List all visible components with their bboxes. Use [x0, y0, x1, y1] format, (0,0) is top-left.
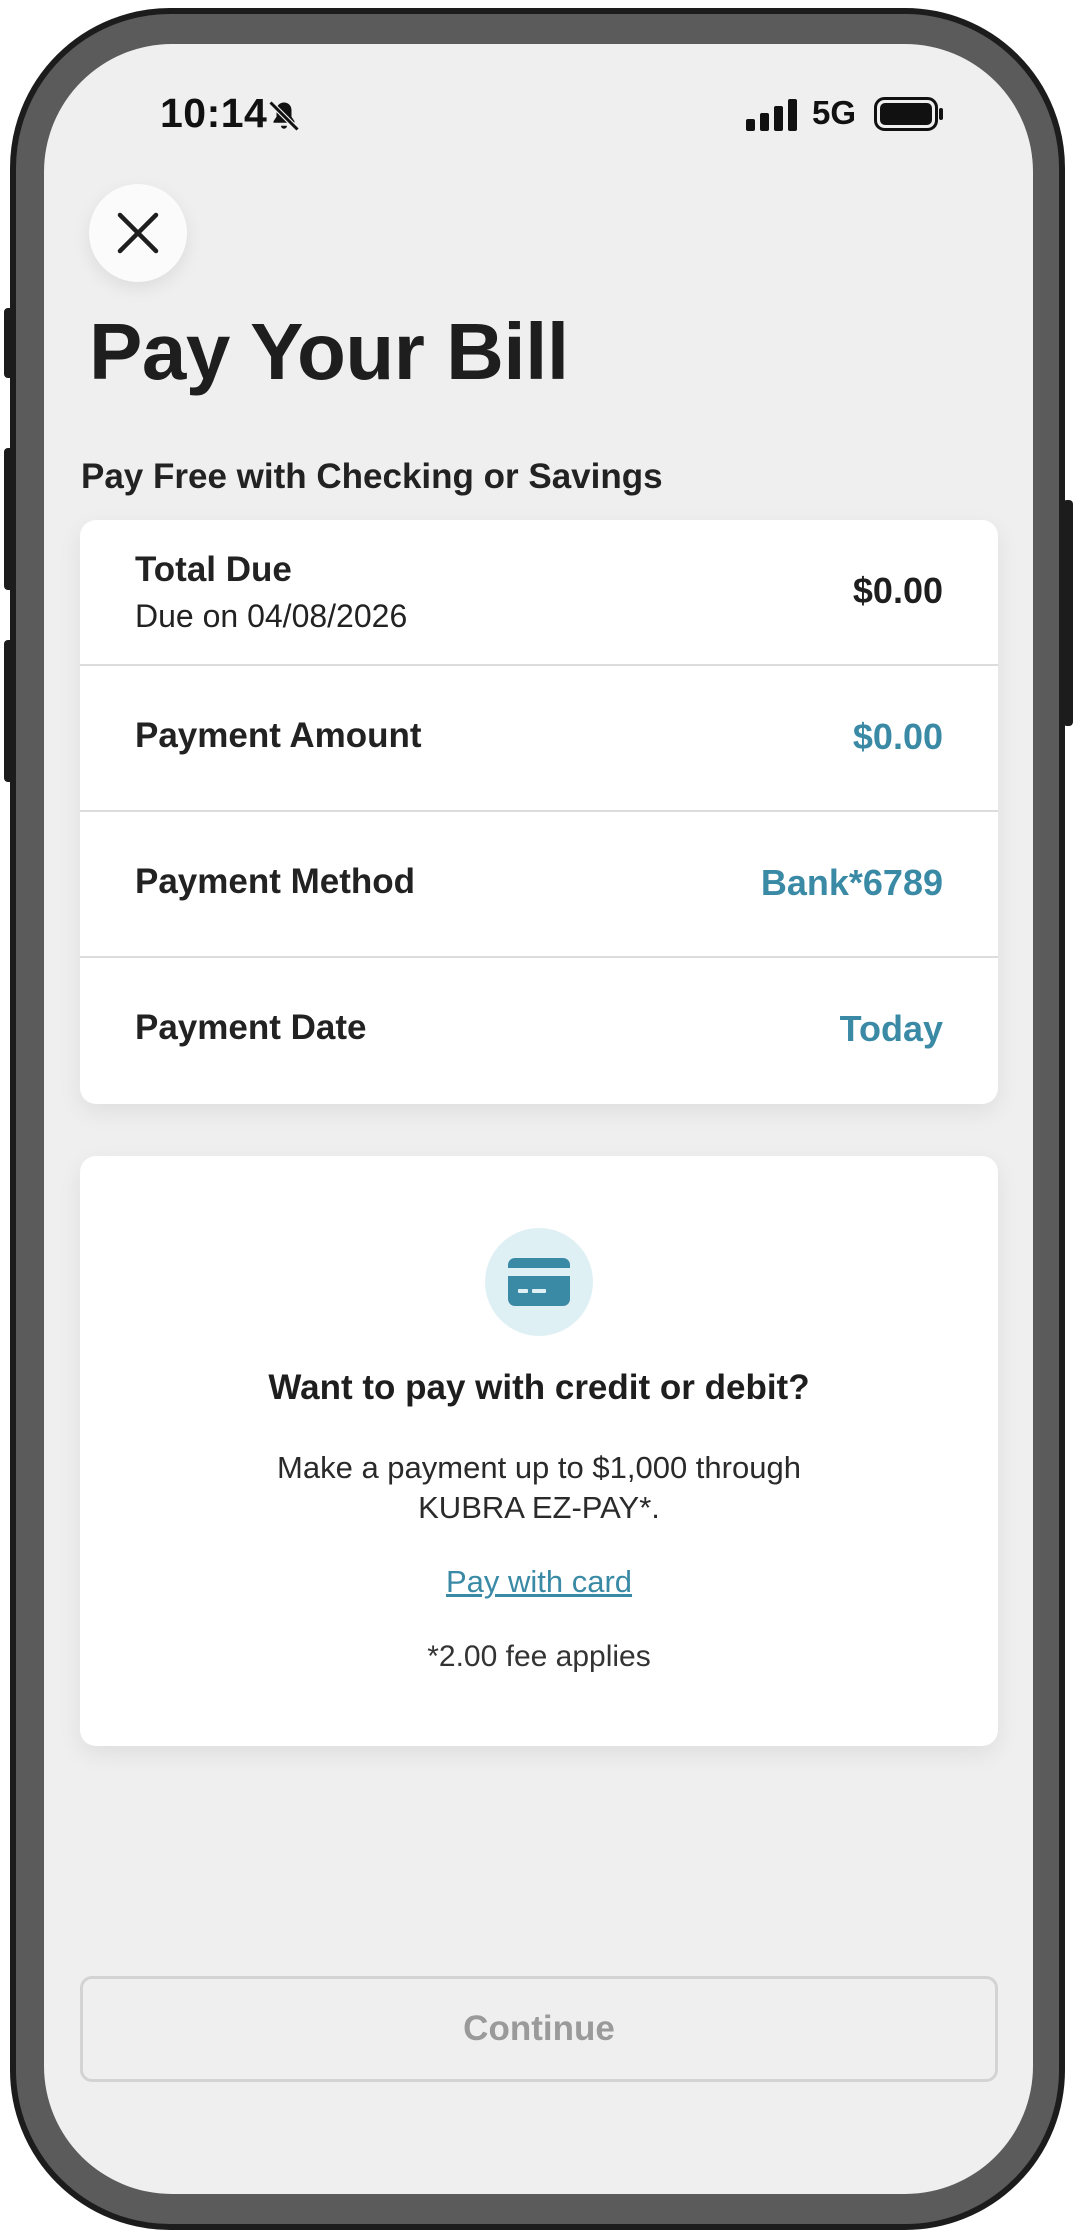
continue-button[interactable]: Continue: [80, 1976, 998, 2082]
payment-date-label: Payment Date: [135, 1008, 367, 1047]
credit-card-icon: [508, 1258, 570, 1306]
bell-slash-icon: [268, 100, 300, 132]
payment-method-value[interactable]: Bank*6789: [761, 862, 943, 904]
payment-method-row[interactable]: Payment Method Bank*6789: [80, 812, 998, 958]
device-power-button: [1063, 500, 1073, 726]
network-type: 5G: [812, 94, 857, 131]
status-time: 10:14: [160, 90, 268, 136]
device-volume-down-button: [4, 640, 14, 782]
payment-amount-value[interactable]: $0.00: [853, 716, 943, 758]
close-icon: [117, 212, 159, 254]
device-action-button: [4, 308, 14, 378]
section-label: Pay Free with Checking or Savings: [81, 457, 663, 496]
pay-with-card-link[interactable]: Pay with card: [80, 1564, 998, 1600]
due-date-text: Due on 04/08/2026: [135, 598, 408, 634]
promo-title: Want to pay with credit or debit?: [268, 1368, 810, 1407]
phone-screen: 10:14 5G Pay Your Bill Pay Free with Che…: [44, 44, 1033, 2194]
payment-date-value[interactable]: Today: [840, 1008, 943, 1050]
signal-icon: [746, 99, 797, 131]
card-payment-promo: Want to pay with credit or debit? Make a…: [80, 1156, 998, 1746]
page-title: Pay Your Bill: [89, 307, 569, 396]
battery-icon: [874, 97, 943, 131]
close-button[interactable]: [89, 184, 187, 282]
promo-description: Make a payment up to $1,000 through KUBR…: [277, 1450, 801, 1525]
device-volume-up-button: [4, 448, 14, 590]
total-due-row: Total Due Due on 04/08/2026 $0.00: [80, 520, 998, 666]
payment-summary-card: Total Due Due on 04/08/2026 $0.00 Paymen…: [80, 520, 998, 1104]
payment-date-row[interactable]: Payment Date Today: [80, 958, 998, 1104]
total-due-label: Total Due: [135, 550, 292, 589]
fee-note: *2.00 fee applies: [427, 1640, 651, 1673]
total-due-value: $0.00: [852, 570, 943, 611]
credit-card-icon-circle: [485, 1228, 593, 1336]
payment-amount-label: Payment Amount: [135, 716, 422, 755]
payment-method-label: Payment Method: [135, 862, 416, 901]
payment-amount-row[interactable]: Payment Amount $0.00: [80, 666, 998, 812]
